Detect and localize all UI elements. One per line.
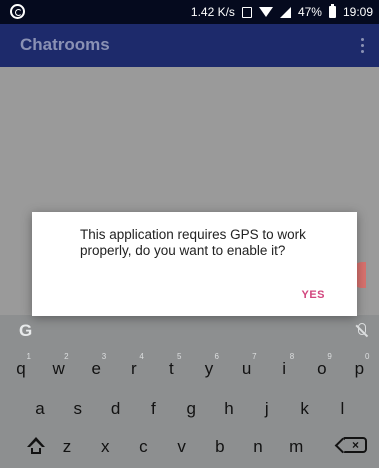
- key-hint: 3: [101, 352, 107, 361]
- key-label: z: [62, 437, 72, 456]
- key-label: t: [169, 359, 174, 378]
- key-label: c: [139, 437, 148, 456]
- key-label: a: [35, 399, 45, 418]
- key-label: m: [289, 437, 304, 456]
- key-a[interactable]: a: [24, 395, 56, 423]
- keyboard-row-2: asdfghjkl: [0, 395, 379, 423]
- key-w[interactable]: w2: [43, 352, 75, 383]
- key-hint: 2: [64, 352, 69, 361]
- gps-alert-dialog: This application requires GPS to work pr…: [32, 212, 357, 316]
- key-v[interactable]: v: [166, 433, 198, 461]
- key-hint: 8: [289, 352, 295, 361]
- key-hint: 7: [252, 352, 257, 361]
- key-label: g: [186, 399, 196, 418]
- key-c[interactable]: c: [127, 433, 159, 461]
- key-label: r: [130, 359, 137, 378]
- mic-off-icon[interactable]: [355, 323, 367, 339]
- soft-keyboard: G q1w2e3r4t5y6u7i8o9p0 asdfghjkl × zxcvb…: [0, 315, 379, 468]
- network-speed: 1.42 K/s: [190, 5, 235, 19]
- yes-button[interactable]: YES: [301, 289, 325, 301]
- key-label: w: [52, 359, 65, 378]
- key-f[interactable]: f: [137, 395, 169, 423]
- wifi-icon: [258, 7, 273, 17]
- key-l[interactable]: l: [326, 395, 358, 423]
- dialog-message: This application requires GPS to work pr…: [80, 227, 306, 258]
- key-k[interactable]: k: [289, 395, 321, 423]
- app-toolbar: Chatrooms: [0, 24, 379, 67]
- key-label: o: [317, 359, 327, 378]
- key-hint: 1: [26, 352, 31, 361]
- key-label: y: [204, 359, 214, 378]
- key-label: s: [73, 399, 83, 418]
- key-hint: 5: [176, 352, 182, 361]
- key-label: x: [100, 437, 110, 456]
- key-label: d: [110, 399, 121, 418]
- key-x[interactable]: x: [89, 433, 121, 461]
- battery-icon: [328, 4, 336, 18]
- key-n[interactable]: n: [242, 433, 274, 461]
- key-hint: 6: [214, 352, 219, 361]
- key-label: p: [354, 359, 365, 378]
- shift-key-icon[interactable]: [18, 433, 50, 461]
- key-label: e: [91, 359, 101, 378]
- key-label: j: [264, 399, 269, 418]
- status-bar: 1.42 K/s 47% 19:09: [0, 0, 379, 24]
- signal-icon: [279, 6, 291, 18]
- key-hint: 9: [327, 352, 332, 361]
- key-t[interactable]: t5: [155, 352, 187, 383]
- key-y[interactable]: y6: [193, 352, 225, 383]
- key-m[interactable]: m: [280, 433, 312, 461]
- key-hint: 0: [364, 352, 370, 361]
- key-label: q: [16, 359, 26, 378]
- key-h[interactable]: h: [213, 395, 245, 423]
- key-z[interactable]: z: [51, 433, 83, 461]
- key-u[interactable]: u7: [231, 352, 263, 383]
- toolbar-title: Chatrooms: [20, 35, 110, 54]
- key-o[interactable]: o9: [306, 352, 338, 383]
- key-label: i: [282, 359, 287, 378]
- google-icon[interactable]: G: [19, 321, 32, 341]
- key-label: h: [224, 399, 234, 418]
- key-label: v: [177, 437, 186, 456]
- key-label: n: [253, 437, 263, 456]
- keyboard-row-3: × z x c v b n m: [0, 433, 379, 461]
- key-label: l: [340, 399, 345, 418]
- key-q[interactable]: q1: [5, 352, 37, 383]
- key-label: k: [300, 399, 309, 418]
- key-label: u: [241, 359, 252, 378]
- key-p[interactable]: p0: [343, 352, 375, 383]
- key-hint: 4: [139, 352, 144, 361]
- battery-level: 47%: [297, 5, 322, 19]
- key-j[interactable]: j: [251, 395, 283, 423]
- key-b[interactable]: b: [204, 433, 236, 461]
- key-r[interactable]: r4: [118, 352, 150, 383]
- backspace-key-icon[interactable]: ×: [343, 437, 367, 453]
- key-label: f: [151, 399, 156, 418]
- status-bar-right: 1.42 K/s 47% 19:09: [190, 4, 373, 19]
- clock: 19:09: [342, 5, 373, 19]
- app-screen: 1.42 K/s 47% 19:09 Chatrooms G q1w2e3r4t…: [0, 0, 379, 468]
- key-s[interactable]: s: [62, 395, 94, 423]
- screenshot-icon: [241, 6, 252, 18]
- key-d[interactable]: d: [100, 395, 132, 423]
- key-i[interactable]: i8: [268, 352, 300, 383]
- overflow-menu-icon[interactable]: [359, 38, 365, 56]
- key-g[interactable]: g: [175, 395, 207, 423]
- keyboard-row-1: q1w2e3r4t5y6u7i8o9p0: [0, 352, 379, 383]
- whatsapp-icon: [10, 4, 26, 20]
- key-e[interactable]: e3: [80, 352, 112, 383]
- key-label: b: [215, 437, 225, 456]
